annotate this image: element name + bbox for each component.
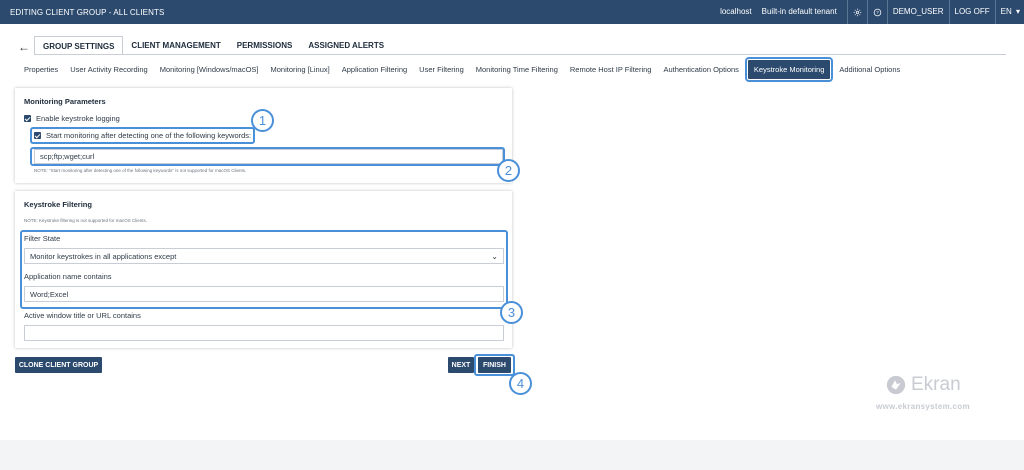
subtab-keystroke-monitoring[interactable]: Keystroke Monitoring <box>744 57 834 82</box>
tab-assigned-alerts[interactable]: ASSIGNED ALERTS <box>300 36 392 55</box>
tab-divider <box>34 54 1006 55</box>
monitoring-parameters-title: Monitoring Parameters <box>24 97 106 106</box>
sub-tabs: Properties User Activity Recording Monit… <box>18 57 906 82</box>
filtering-note: NOTE: Keystroke filtering is not support… <box>24 218 148 223</box>
subtab-properties[interactable]: Properties <box>18 60 64 79</box>
next-button[interactable]: NEXT <box>448 357 474 373</box>
subtab-application-filtering[interactable]: Application Filtering <box>336 60 413 79</box>
subtab-monitoring-linux[interactable]: Monitoring [Linux] <box>265 60 336 79</box>
server-name: localhost <box>720 7 752 16</box>
ekran-url: www.ekransystem.com <box>876 402 970 411</box>
callout-badge-4: 4 <box>509 372 532 395</box>
callout-badge-3: 3 <box>500 301 523 324</box>
gear-icon <box>853 8 862 16</box>
screenshot-canvas: EDITING CLIENT GROUP - ALL CLIENTS local… <box>0 0 1024 470</box>
main-tabs: GROUP SETTINGS CLIENT MANAGEMENT PERMISS… <box>34 36 392 55</box>
subtab-authentication-options[interactable]: Authentication Options <box>657 60 744 79</box>
page-title: EDITING CLIENT GROUP - ALL CLIENTS <box>10 8 165 17</box>
callout-highlight-1 <box>30 127 255 144</box>
logoff-button[interactable]: LOG OFF <box>948 0 995 24</box>
language-label: EN <box>1000 7 1012 16</box>
callout-badge-2: 2 <box>497 159 520 182</box>
window-title-input[interactable] <box>24 325 504 341</box>
callout-highlight-3 <box>20 230 508 309</box>
window-title-label: Active window title or URL contains <box>24 311 141 320</box>
enable-keystroke-logging[interactable]: Enable keystroke logging <box>24 114 120 123</box>
subtab-monitoring-windows-macos[interactable]: Monitoring [Windows/macOS] <box>154 60 265 79</box>
app-window: EDITING CLIENT GROUP - ALL CLIENTS local… <box>0 0 1024 440</box>
enable-logging-checkbox[interactable] <box>24 115 31 122</box>
user-menu[interactable]: DEMO_USER <box>886 0 949 24</box>
subtab-user-activity-recording[interactable]: User Activity Recording <box>64 60 154 79</box>
language-select[interactable]: EN ▾ <box>994 0 1024 24</box>
subtab-monitoring-time-filtering[interactable]: Monitoring Time Filtering <box>470 60 564 79</box>
tenant-name: Built-in default tenant <box>761 7 837 16</box>
keywords-note: NOTE: "Start monitoring after detecting … <box>34 168 247 173</box>
ekran-logo: Ekran <box>885 374 961 396</box>
top-bar-right: localhost Built-in default tenant ? DEMO… <box>715 0 1024 24</box>
tab-client-management[interactable]: CLIENT MANAGEMENT <box>123 36 228 55</box>
tab-group-settings[interactable]: GROUP SETTINGS <box>34 36 124 55</box>
subtab-remote-host-ip-filtering[interactable]: Remote Host IP Filtering <box>564 60 658 79</box>
keystroke-filtering-title: Keystroke Filtering <box>24 200 92 209</box>
help-icon: ? <box>873 8 882 16</box>
callout-highlight-4 <box>474 354 515 376</box>
top-bar: EDITING CLIENT GROUP - ALL CLIENTS local… <box>0 0 1024 24</box>
callout-highlight-2 <box>30 147 505 166</box>
clone-client-group-button[interactable]: CLONE CLIENT GROUP <box>15 357 102 373</box>
callout-badge-1: 1 <box>251 109 274 132</box>
ekran-logo-icon <box>886 375 906 395</box>
svg-text:?: ? <box>876 10 879 15</box>
subtab-additional-options[interactable]: Additional Options <box>833 60 906 79</box>
subtab-user-filtering[interactable]: User Filtering <box>413 60 470 79</box>
tab-permissions[interactable]: PERMISSIONS <box>229 36 301 55</box>
chevron-down-icon: ▾ <box>1015 7 1020 16</box>
help-button[interactable]: ? <box>866 0 887 24</box>
enable-logging-label: Enable keystroke logging <box>36 114 120 123</box>
back-button[interactable]: ← <box>18 40 30 54</box>
settings-button[interactable] <box>846 0 867 24</box>
ekran-brand: Ekran <box>911 374 961 395</box>
